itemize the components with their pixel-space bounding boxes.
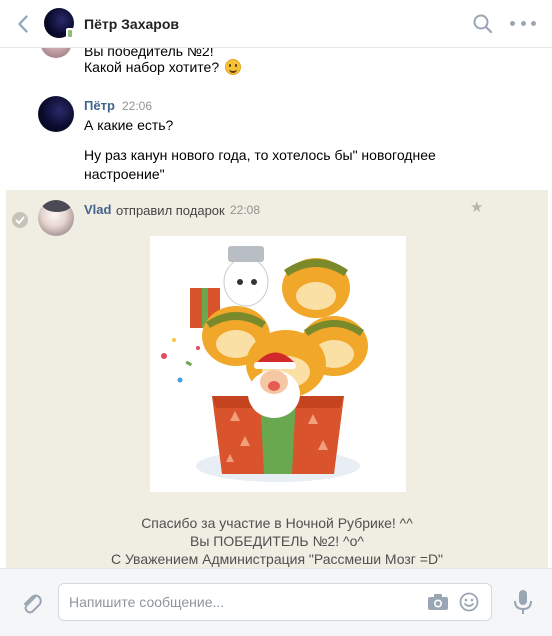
star-icon[interactable]: ★ <box>470 198 483 216</box>
gift-illustration <box>161 246 368 482</box>
search-button[interactable] <box>472 13 494 35</box>
gift-image[interactable] <box>150 236 406 492</box>
gift-caption: Спасибо за участие в Ночной Рубрике! ^^ … <box>110 515 444 567</box>
sender-avatar[interactable] <box>40 48 72 58</box>
gift-action: отправил подарок <box>116 203 225 218</box>
paperclip-icon <box>24 594 42 614</box>
message-input-box[interactable] <box>58 583 492 621</box>
microphone-icon <box>514 590 532 614</box>
back-button[interactable] <box>12 12 34 36</box>
message-history[interactable]: Вы победитель №2! Какой набор хотите? Пё… <box>0 48 552 568</box>
more-icon <box>510 20 515 26</box>
mobile-online-indicator <box>66 28 74 39</box>
emoji-button[interactable] <box>459 592 479 612</box>
sender-name[interactable]: Пётр <box>84 98 115 113</box>
camera-icon <box>428 594 448 610</box>
message-text: А какие есть? <box>84 117 174 133</box>
camera-button[interactable] <box>427 593 449 611</box>
sender-name[interactable]: Vlad <box>84 202 111 217</box>
message-time: 22:08 <box>230 203 261 217</box>
message-text: Ну раз канун нового года, то хотелось бы… <box>84 147 436 182</box>
voice-message-button[interactable] <box>512 589 534 615</box>
chat-header: Пётр Захаров <box>0 0 552 48</box>
message-input[interactable] <box>69 584 409 620</box>
selected-check-icon[interactable] <box>12 212 28 228</box>
smile-icon <box>459 592 479 612</box>
attach-button[interactable] <box>20 591 42 615</box>
search-icon <box>473 14 493 34</box>
selected-message[interactable]: Vlad отправил подарок 22:08 ★ Спасибо за… <box>6 190 548 568</box>
message-composer <box>0 568 552 636</box>
smiling-emoji-icon <box>225 59 241 75</box>
sender-avatar[interactable] <box>38 96 74 132</box>
sender-avatar[interactable] <box>38 200 74 236</box>
chevron-left-icon <box>18 15 28 33</box>
contact-name[interactable]: Пётр Захаров <box>84 16 179 32</box>
message-time: 22:06 <box>122 99 153 113</box>
more-button[interactable] <box>510 18 536 28</box>
message-text: Какой набор хотите? <box>84 58 241 77</box>
